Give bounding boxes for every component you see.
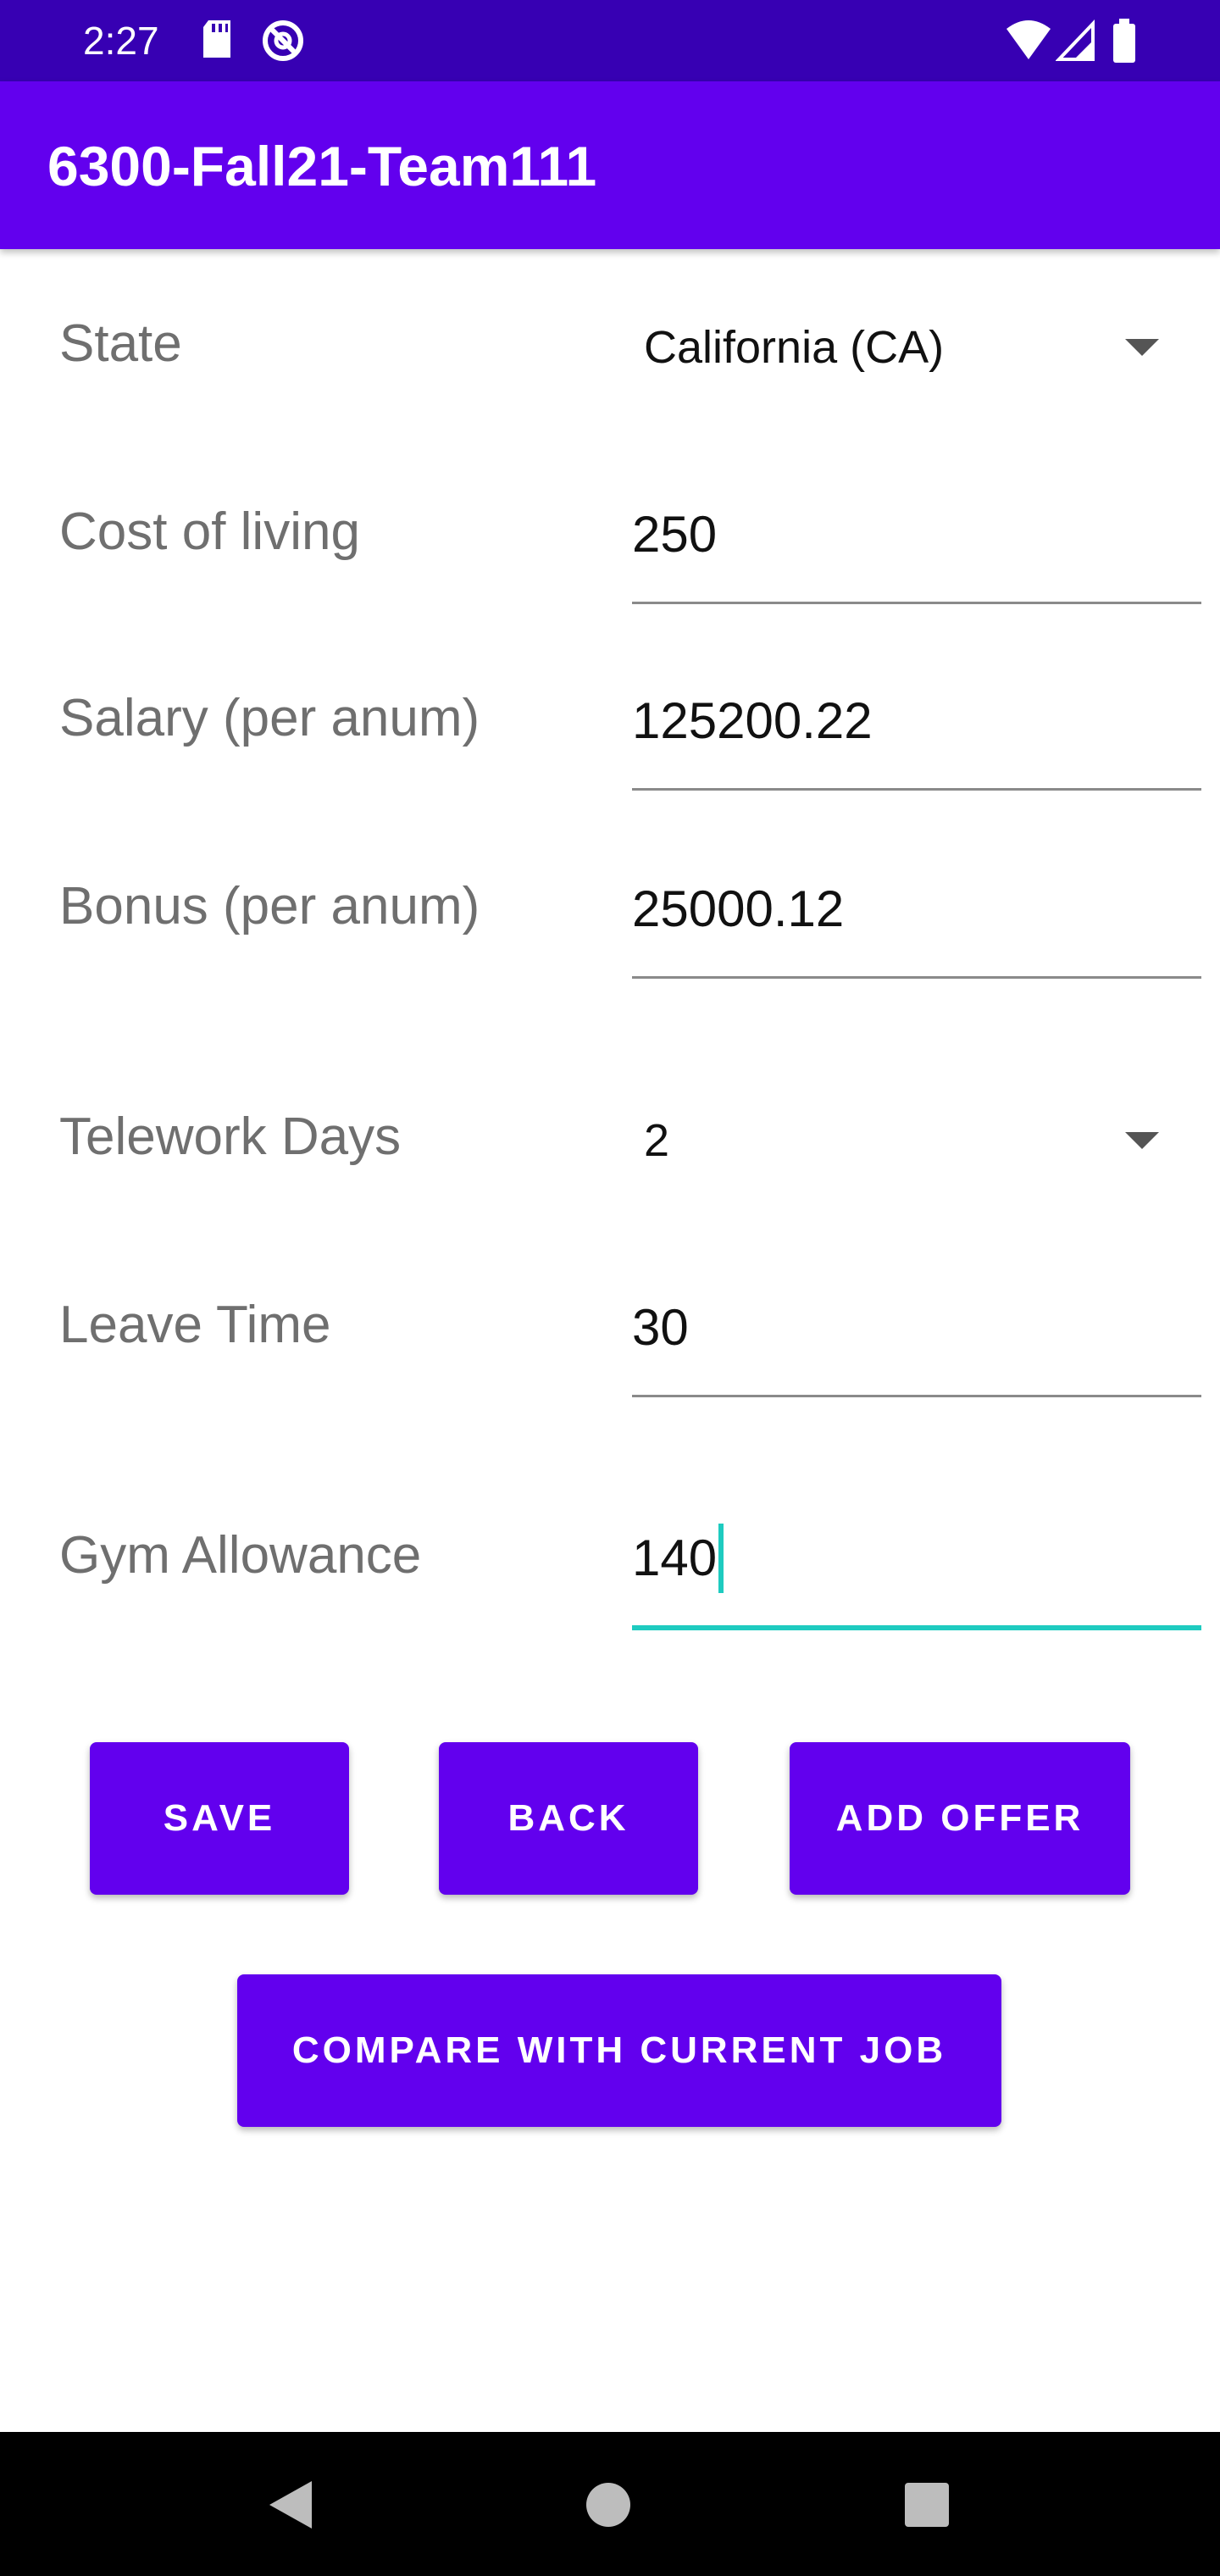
state-label: State: [59, 314, 182, 373]
dropdown-arrow-icon: [1125, 1132, 1159, 1149]
gym-allowance-label: Gym Allowance: [59, 1526, 422, 1585]
bonus-underline: [632, 976, 1201, 979]
save-button[interactable]: SAVE: [90, 1742, 349, 1895]
leave-time-value: 30: [632, 1299, 689, 1356]
compare-with-current-job-button[interactable]: COMPARE WITH CURRENT JOB: [237, 1974, 1001, 2127]
cost-of-living-label: Cost of living: [59, 502, 360, 561]
no-entry-icon: [259, 17, 307, 69]
nav-back-icon[interactable]: [269, 2481, 312, 2529]
bonus-value: 25000.12: [632, 880, 845, 937]
back-button[interactable]: BACK: [439, 1742, 698, 1895]
salary-label: Salary (per anum): [59, 689, 480, 747]
nav-recents-icon[interactable]: [905, 2483, 949, 2527]
status-time: 2:27: [83, 19, 159, 63]
sd-card-icon: [200, 17, 234, 65]
nav-home-icon[interactable]: [586, 2483, 630, 2527]
dropdown-arrow-icon: [1125, 339, 1159, 356]
text-cursor: [718, 1524, 724, 1593]
add-offer-button[interactable]: ADD OFFER: [790, 1742, 1130, 1895]
state-value: California (CA): [644, 322, 945, 373]
battery-icon: [1112, 17, 1137, 69]
salary-underline: [632, 788, 1201, 791]
leave-time-label: Leave Time: [59, 1296, 331, 1354]
signal-icon: [1055, 17, 1095, 65]
bonus-label: Bonus (per anum): [59, 877, 480, 935]
telework-days-value: 2: [644, 1115, 670, 1166]
status-bar: 2:27: [0, 0, 1220, 81]
salary-value: 125200.22: [632, 692, 873, 749]
app-title: 6300-Fall21-Team111: [47, 135, 597, 197]
leave-time-underline: [632, 1395, 1201, 1397]
gym-allowance-underline: [632, 1625, 1201, 1630]
cost-of-living-underline: [632, 602, 1201, 604]
cost-of-living-value: 250: [632, 506, 718, 563]
telework-days-label: Telework Days: [59, 1108, 402, 1166]
wifi-icon: [1005, 17, 1052, 65]
app-bar: 6300-Fall21-Team111: [0, 81, 1220, 249]
gym-allowance-value: 140: [632, 1530, 718, 1586]
navigation-bar: [0, 2432, 1220, 2576]
